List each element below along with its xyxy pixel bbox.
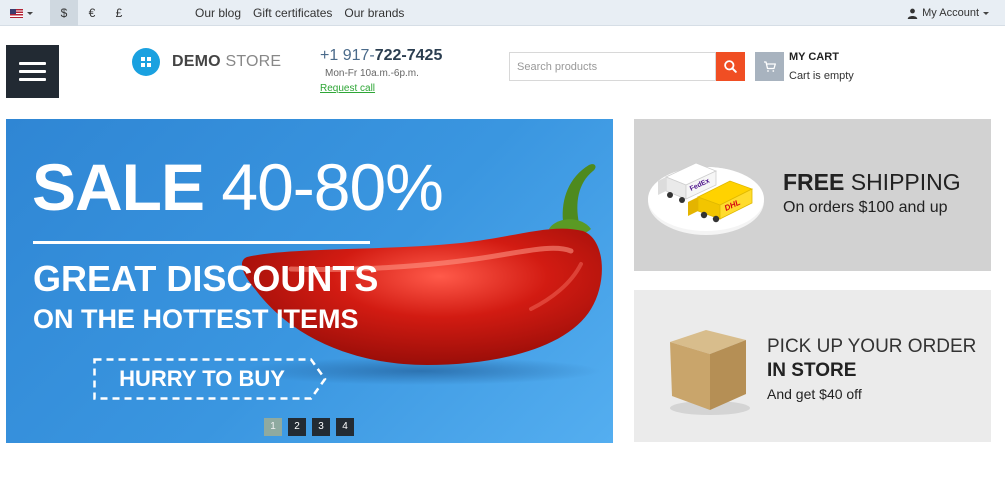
delivery-trucks-image: FedEx DHL: [648, 162, 764, 235]
currency-gbp[interactable]: £: [105, 0, 133, 26]
slide-dot-4[interactable]: 4: [336, 418, 354, 436]
store-logo[interactable]: DEMO STORE: [132, 48, 281, 76]
us-flag-icon: [10, 8, 23, 18]
top-links: Our blog Gift certificates Our brands: [195, 0, 404, 26]
our-brands-link[interactable]: Our brands: [344, 6, 404, 20]
chevron-down-icon: [27, 11, 33, 15]
cardboard-box-image: [670, 330, 750, 415]
pickup-line-2: IN STORE: [767, 360, 857, 381]
currency-usd[interactable]: $: [50, 0, 78, 26]
hurry-to-buy-label: HURRY TO BUY: [119, 366, 285, 391]
user-icon: [907, 8, 918, 19]
search-button[interactable]: [716, 52, 745, 81]
pickup-promo[interactable]: PICK UP YOUR ORDER IN STORE And get $40 …: [634, 290, 991, 442]
free-shipping-title: FREE SHIPPING: [783, 169, 961, 196]
cart-button[interactable]: [755, 52, 784, 81]
search-input[interactable]: [509, 52, 716, 81]
business-hours: Mon-Fr 10a.m.-6p.m.: [325, 68, 419, 79]
banner-divider: [33, 241, 370, 244]
banner-line-1: GREAT DISCOUNTS: [33, 258, 379, 299]
logo-text-bold: DEMO: [172, 53, 221, 70]
gift-certificates-link[interactable]: Gift certificates: [253, 6, 332, 20]
hurry-to-buy-button[interactable]: HURRY TO BUY: [93, 358, 327, 400]
logo-icon: [132, 48, 160, 76]
free-shipping-title-bold: FREE: [783, 169, 845, 195]
sale-headline: SALE 40-80%: [32, 147, 444, 227]
pickup-line-1: PICK UP YOUR ORDER: [767, 336, 977, 357]
top-bar: $ € £ Our blog Gift certificates Our bra…: [0, 0, 1005, 26]
my-account-menu[interactable]: My Account: [907, 0, 989, 26]
request-call-link[interactable]: Request call: [320, 83, 375, 94]
language-selector[interactable]: [10, 7, 33, 19]
chevron-down-icon: [983, 11, 989, 15]
free-shipping-title-light: SHIPPING: [850, 169, 961, 195]
logo-text: DEMO STORE: [172, 53, 281, 71]
phone-prefix: +1 917-: [320, 47, 375, 64]
banner-line-2: ON THE HOTTEST ITEMS: [33, 304, 359, 334]
menu-button[interactable]: [6, 45, 59, 98]
my-account-label: My Account: [922, 7, 979, 19]
logo-text-light: STORE: [225, 53, 282, 70]
hamburger-icon: [19, 62, 46, 65]
phone-number: +1 917-722-7425: [320, 47, 442, 65]
search-icon: [724, 60, 737, 73]
slide-dot-3[interactable]: 3: [312, 418, 330, 436]
currency-eur[interactable]: €: [78, 0, 106, 26]
hero-banner[interactable]: SALE 40-80% GREAT DISCOUNTS ON THE HOTTE…: [6, 119, 613, 443]
phone-main: 722-7425: [374, 47, 443, 64]
sale-word: SALE: [32, 150, 205, 224]
sale-range: 40-80%: [221, 150, 443, 224]
cart-status: Cart is empty: [789, 70, 854, 82]
our-blog-link[interactable]: Our blog: [195, 6, 241, 20]
free-shipping-promo[interactable]: FedEx DHL FREE SHIPPING On orders $100 a…: [634, 119, 991, 271]
free-shipping-subtitle: On orders $100 and up: [783, 199, 948, 216]
pickup-line-3: And get $40 off: [767, 386, 862, 402]
slide-dot-2[interactable]: 2: [288, 418, 306, 436]
slider-pagination: 1 2 3 4: [264, 418, 354, 436]
cart-title[interactable]: MY CART: [789, 51, 839, 63]
cart-icon: [764, 61, 776, 72]
slide-dot-1[interactable]: 1: [264, 418, 282, 436]
